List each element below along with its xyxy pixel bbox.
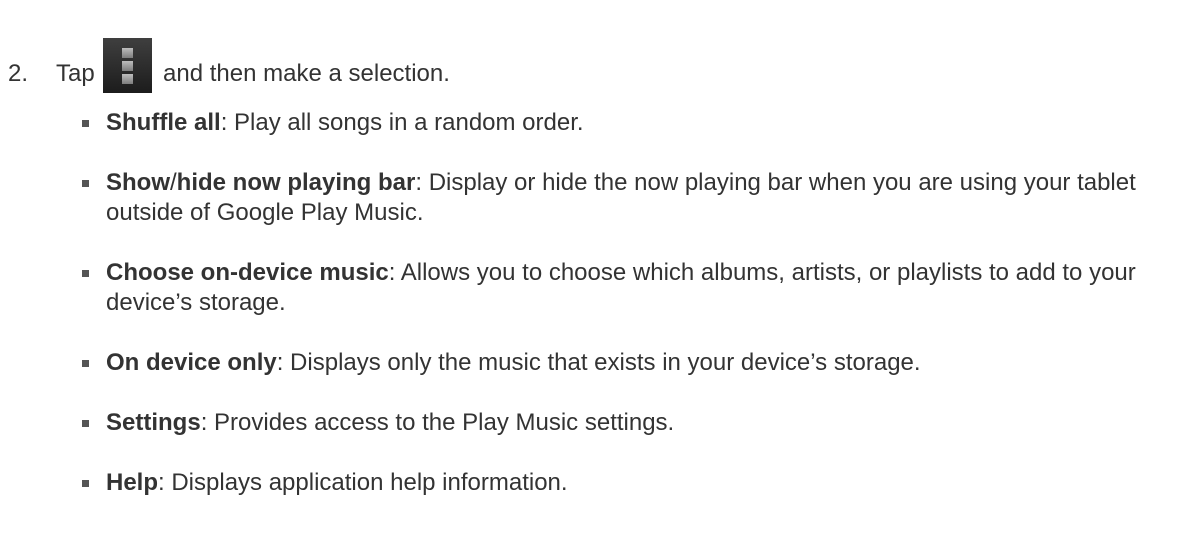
list-item-show-hide-now-playing-bar: Show/hide now playing bar: Display or hi… xyxy=(82,168,1142,228)
square-bullet-icon xyxy=(82,480,89,487)
list-item-text: Choose on-device music: Allows you to ch… xyxy=(106,258,1142,318)
square-bullet-icon xyxy=(82,420,89,427)
list-item-text: Shuffle all: Play all songs in a random … xyxy=(106,108,1142,138)
description: : Displays only the music that exists in… xyxy=(276,349,921,376)
term: Settings xyxy=(106,409,201,436)
description: : Play all songs in a random order. xyxy=(220,109,584,136)
list-item-text: On device only: Displays only the music … xyxy=(106,348,1142,378)
menu-icon-dot xyxy=(122,74,134,84)
step-2: 2. Tap and then make a selection. xyxy=(8,38,450,93)
square-bullet-icon xyxy=(82,360,89,367)
term: Show xyxy=(106,169,170,196)
term: Shuffle all xyxy=(106,109,221,136)
menu-icon-dot xyxy=(122,48,134,58)
list-item-text: Show/hide now playing bar: Display or hi… xyxy=(106,168,1142,228)
term: On device only xyxy=(106,349,277,376)
menu-icon-dot xyxy=(122,61,134,71)
square-bullet-icon xyxy=(82,120,89,127)
square-bullet-icon xyxy=(82,270,89,277)
term: Choose on-device music xyxy=(106,259,389,286)
term: Help xyxy=(106,469,159,496)
term-suffix: hide now playing bar xyxy=(176,169,416,196)
list-item-text: Settings: Provides access to the Play Mu… xyxy=(106,408,1142,438)
term-separator: / xyxy=(170,169,177,196)
list-item-on-device-only: On device only: Displays only the music … xyxy=(82,348,1142,378)
step-text-before-icon: Tap xyxy=(56,60,95,87)
step-number: 2. xyxy=(8,60,29,87)
square-bullet-icon xyxy=(82,180,89,187)
list-item-settings: Settings: Provides access to the Play Mu… xyxy=(82,408,1142,438)
list-item-text: Help: Displays application help informat… xyxy=(106,468,1142,498)
step-text-after-icon: and then make a selection. xyxy=(163,60,450,87)
description: : Displays application help information. xyxy=(158,469,568,496)
list-item-shuffle-all: Shuffle all: Play all songs in a random … xyxy=(82,108,1142,138)
description: : Provides access to the Play Music sett… xyxy=(200,409,675,436)
menu-icon xyxy=(103,38,153,93)
list-item-choose-on-device-music: Choose on-device music: Allows you to ch… xyxy=(82,258,1142,318)
list-item-help: Help: Displays application help informat… xyxy=(82,468,1142,498)
